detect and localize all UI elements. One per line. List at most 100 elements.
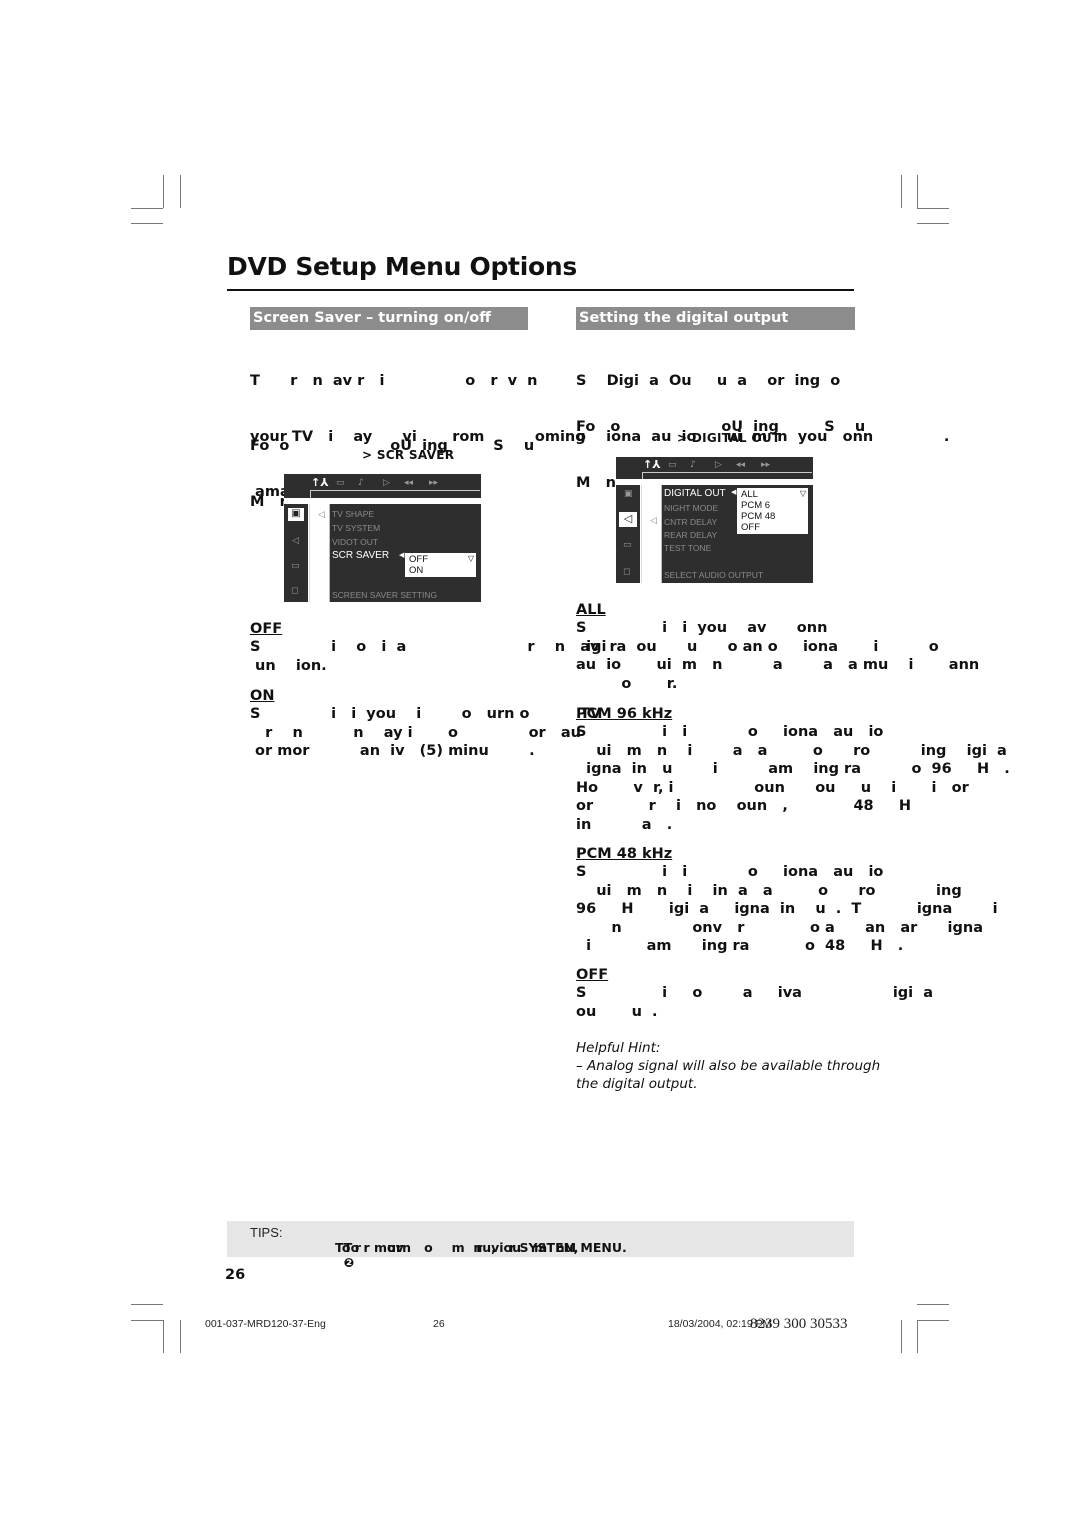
footer-code: 8239 300 30533 bbox=[750, 1316, 848, 1332]
audio-icon: ♪ bbox=[358, 478, 364, 488]
option-on-block: ON S i i you i o urn o TV r n n ay i o o… bbox=[250, 687, 601, 761]
osd-item-digital-out[interactable]: DIGITAL OUT bbox=[664, 488, 726, 499]
option-off-block: OFF S i o i a r n av r un ion. bbox=[250, 620, 617, 675]
page-title: DVD Setup Menu Options bbox=[227, 252, 577, 281]
crop-mark bbox=[131, 223, 163, 224]
text-line: au io ui m n a a a mu i ann bbox=[576, 657, 980, 673]
picture-icon: ▣ bbox=[624, 489, 633, 499]
speaker-icon: ◁ bbox=[619, 512, 637, 527]
option-pcm48-block: PCM 48 kHz S i i o iona au io ui m n i i… bbox=[576, 845, 998, 956]
text-line: r n n ay i o or au bbox=[250, 724, 581, 741]
audio-icon: ♪ bbox=[690, 460, 696, 470]
tips-line-2: To r mov m nu, r SYSTEM MENU. bbox=[335, 1240, 627, 1255]
osd-item-rear-delay[interactable]: REAR DELAY bbox=[664, 530, 717, 540]
osd-top-bar: ↑⅄ ▭ ♪ ▷ ◂◂ ▸▸ bbox=[616, 457, 813, 479]
play-icon: ▷ bbox=[383, 478, 390, 488]
text-line: or r i no oun , 48 H bbox=[576, 798, 912, 814]
option-pcm-48[interactable]: PCM 48 bbox=[741, 511, 804, 522]
option-heading: PCM 96 kHz bbox=[576, 706, 673, 722]
menu-path-scr-saver: > SCR SAVER bbox=[362, 448, 454, 462]
option-all-block: ALL S i i you av onn igi a ou u o an o i… bbox=[576, 601, 979, 693]
menu-path-label: DIGITAL OUT bbox=[691, 431, 781, 445]
osd-top-bar: ↑⅄ ▭ ♪ ▷ ◂◂ ▸▸ bbox=[284, 474, 481, 498]
osd-item-tv-shape[interactable]: TV SHAPE bbox=[332, 509, 374, 519]
page-number: 26 bbox=[225, 1267, 246, 1283]
section-header-screen-saver: Screen Saver – turning on/off bbox=[250, 307, 528, 330]
option-off[interactable]: OFF bbox=[409, 554, 472, 565]
option-on[interactable]: ON bbox=[409, 565, 472, 576]
menu-path-digital-out: > DIGITAL OUT bbox=[677, 431, 780, 445]
dropdown-arrow-icon: ▽ bbox=[799, 489, 806, 498]
crop-mark bbox=[163, 175, 164, 208]
rewind-icon: ◂◂ bbox=[404, 478, 414, 488]
osd-item-night-mode[interactable]: NIGHT MODE bbox=[664, 503, 718, 513]
text-line: ui m n i a a o ro ing igi a bbox=[576, 742, 1007, 759]
text-line: ui m n i in a a o ro ing bbox=[576, 882, 962, 899]
crop-mark bbox=[917, 1320, 918, 1353]
option-all[interactable]: ALL bbox=[741, 489, 804, 500]
osd-status: SCREEN SAVER SETTING bbox=[332, 590, 438, 600]
option-pcm96-block: PCM 96 kHz S i i o iona au io ui m n i a… bbox=[576, 705, 1010, 834]
osd-digital-output: ↑⅄ ▭ ♪ ▷ ◂◂ ▸▸ ▣ ◁ ▭ ◻ ◁ DIGITAL OUT NIG… bbox=[616, 457, 813, 583]
speaker-icon: ◁ bbox=[292, 536, 299, 546]
crop-mark bbox=[180, 1320, 181, 1353]
osd-item-tv-system[interactable]: TV SYSTEM bbox=[332, 523, 380, 533]
option-heading: OFF bbox=[576, 967, 609, 983]
text-line: S i o a iva igi a bbox=[576, 985, 934, 1001]
setup-icon: ↑⅄ bbox=[643, 458, 661, 471]
crop-mark bbox=[917, 175, 918, 208]
option-heading: PCM 48 kHz bbox=[576, 846, 673, 862]
osd-item-video-out[interactable]: VIDOT OUT bbox=[332, 537, 378, 547]
text-line: S i i o iona au io bbox=[576, 864, 884, 880]
osd-dropdown-digital-out[interactable]: ALL PCM 6 PCM 48 OFF ▽ bbox=[737, 488, 808, 534]
subtitle-icon: ▭ bbox=[336, 478, 345, 488]
text-line: igi a ou u o an o iona i o bbox=[576, 638, 939, 655]
chat-icon: ▭ bbox=[291, 561, 300, 571]
osd-status: SELECT AUDIO OUTPUT bbox=[664, 570, 764, 580]
pointer-icon: ◁ bbox=[650, 516, 657, 526]
selector-icon: ◀ bbox=[731, 488, 737, 496]
text-line: S i i you av onn bbox=[576, 620, 828, 636]
crop-mark bbox=[131, 1304, 163, 1305]
text-line: S i i o iona au io bbox=[576, 724, 884, 740]
crop-mark bbox=[917, 208, 949, 209]
osd-line bbox=[310, 490, 311, 498]
crop-mark bbox=[163, 1320, 164, 1353]
return-button-icon: ❷ bbox=[343, 1255, 355, 1270]
tips-label: TIPS: bbox=[250, 1225, 283, 1240]
osd-item-scr-saver[interactable]: SCR SAVER bbox=[332, 550, 389, 561]
text-line: T r n av r i o r v n bbox=[250, 373, 538, 389]
osd-item-cntr-delay[interactable]: CNTR DELAY bbox=[664, 517, 717, 527]
arrow-text: > bbox=[677, 431, 688, 445]
osd-dropdown-scr-saver[interactable]: OFF ON ▽ bbox=[405, 553, 476, 577]
crop-mark bbox=[180, 175, 181, 208]
hint-line: the digital output. bbox=[576, 1076, 698, 1092]
briefcase-icon: ◻ bbox=[291, 586, 299, 596]
menu-path-label: SCR SAVER bbox=[376, 448, 455, 462]
crop-mark bbox=[131, 1320, 163, 1321]
osd-screen-saver: ↑⅄ ▭ ♪ ▷ ◂◂ ▸▸ ▣ ◁ ▭ ◻ ◁ TV SHAPE TV SYS… bbox=[284, 474, 481, 602]
title-rule bbox=[227, 289, 854, 291]
fast-forward-icon: ▸▸ bbox=[429, 478, 439, 488]
osd-line bbox=[642, 472, 812, 473]
dropdown-arrow-icon: ▽ bbox=[467, 554, 474, 563]
option-pcm-96[interactable]: PCM 6 bbox=[741, 500, 804, 511]
osd-line bbox=[641, 485, 642, 583]
crop-mark bbox=[917, 1320, 949, 1321]
option-off[interactable]: OFF bbox=[741, 522, 804, 533]
osd-line bbox=[309, 504, 310, 602]
subtitle-icon: ▭ bbox=[668, 460, 677, 470]
text-line: or mor an iv (5) minu . bbox=[250, 743, 535, 759]
footer-file: 001-037-MRD120-37-Eng bbox=[205, 1318, 326, 1330]
helpful-hint: Helpful Hint: – Analog signal will also … bbox=[576, 1039, 880, 1093]
text-line: igna in u i am ing ra o 96 H . bbox=[576, 761, 1010, 777]
chat-icon: ▭ bbox=[623, 540, 632, 550]
osd-item-test-tone[interactable]: TEST TONE bbox=[664, 543, 711, 553]
text-line: n onv r o a an ar igna bbox=[576, 919, 984, 936]
hint-title: Helpful Hint: bbox=[576, 1040, 661, 1056]
text-line: ou u . bbox=[576, 1003, 658, 1020]
hint-line: – Analog signal will also be available t… bbox=[576, 1058, 881, 1074]
crop-mark bbox=[901, 175, 902, 208]
play-icon: ▷ bbox=[715, 460, 722, 470]
text-line: S i o i a r n av r bbox=[250, 639, 617, 655]
